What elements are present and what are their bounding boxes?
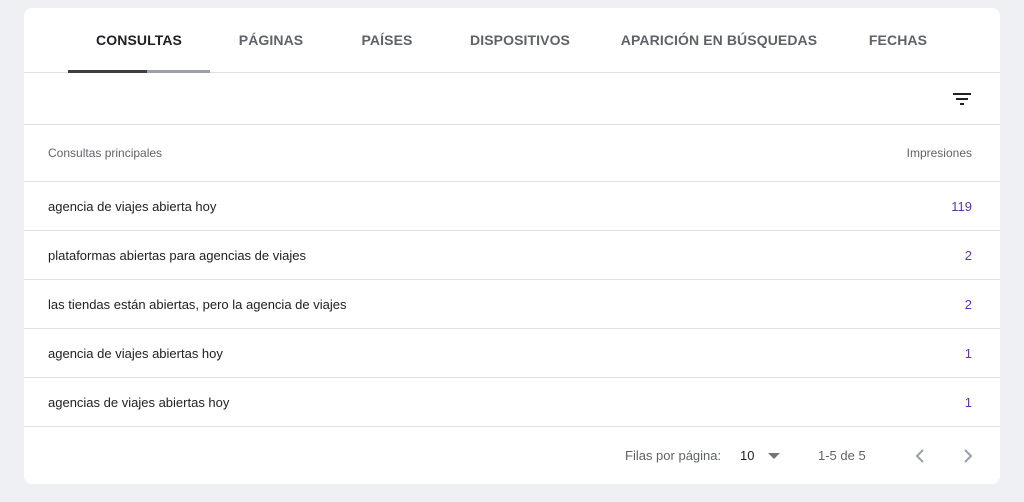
table-row[interactable]: agencias de viajes abiertas hoy 1 xyxy=(24,378,1000,427)
tab-label: APARICIÓN EN BÚSQUEDAS xyxy=(620,32,818,48)
tab-aparicion-en-busquedas[interactable]: APARICIÓN EN BÚSQUEDAS xyxy=(598,8,840,72)
query-cell: plataformas abiertas para agencias de vi… xyxy=(48,248,306,263)
tab-label: FECHAS xyxy=(868,32,928,48)
table-row[interactable]: las tiendas están abiertas, pero la agen… xyxy=(24,280,1000,329)
tab-label: PAÍSES xyxy=(361,32,413,48)
pagination-footer: Filas por página: 10 1-5 de 5 xyxy=(24,427,1000,484)
filter-button[interactable] xyxy=(950,87,974,111)
rows-per-page-value: 10 xyxy=(740,448,755,463)
impressions-cell: 2 xyxy=(964,248,972,263)
previous-page-button[interactable] xyxy=(908,444,932,468)
query-cell: las tiendas están abiertas, pero la agen… xyxy=(48,297,347,312)
rows-per-page-select[interactable]: 10 xyxy=(738,441,786,469)
table-row[interactable]: agencia de viajes abiertas hoy 1 xyxy=(24,329,1000,378)
tab-label: DISPOSITIVOS xyxy=(470,32,570,48)
pagination-range: 1-5 de 5 xyxy=(818,448,866,463)
column-header-impressions[interactable]: Impresiones xyxy=(907,146,972,160)
next-page-button[interactable] xyxy=(956,444,980,468)
tab-paginas[interactable]: PÁGINAS xyxy=(210,8,332,72)
filter-list-icon xyxy=(953,93,971,105)
impressions-cell: 2 xyxy=(964,297,972,312)
tab-label: CONSULTAS xyxy=(96,32,182,48)
dropdown-arrow-icon xyxy=(768,453,780,459)
impressions-cell: 119 xyxy=(951,199,972,214)
impressions-cell: 1 xyxy=(964,395,972,410)
chevron-left-icon xyxy=(915,449,924,463)
impressions-cell: 1 xyxy=(964,346,972,361)
query-cell: agencia de viajes abiertas hoy xyxy=(48,346,223,361)
table-toolbar xyxy=(24,73,1000,125)
query-cell: agencias de viajes abiertas hoy xyxy=(48,395,230,410)
table-row[interactable]: agencia de viajes abierta hoy 119 xyxy=(24,182,1000,231)
tab-fechas[interactable]: FECHAS xyxy=(840,8,956,72)
tab-label: PÁGINAS xyxy=(238,32,304,48)
table-row[interactable]: plataformas abiertas para agencias de vi… xyxy=(24,231,1000,280)
chevron-right-icon xyxy=(964,449,973,463)
tab-paises[interactable]: PAÍSES xyxy=(332,8,442,72)
performance-card: CONSULTAS PÁGINAS PAÍSES DISPOSITIVOS AP… xyxy=(24,8,1000,484)
tab-dispositivos[interactable]: DISPOSITIVOS xyxy=(442,8,598,72)
rows-per-page-label: Filas por página: xyxy=(625,448,722,463)
tab-consultas[interactable]: CONSULTAS xyxy=(68,8,210,72)
table-header: Consultas principales Impresiones xyxy=(24,125,1000,182)
tab-bar: CONSULTAS PÁGINAS PAÍSES DISPOSITIVOS AP… xyxy=(24,8,1000,73)
query-cell: agencia de viajes abierta hoy xyxy=(48,199,217,214)
column-header-query[interactable]: Consultas principales xyxy=(48,146,162,160)
